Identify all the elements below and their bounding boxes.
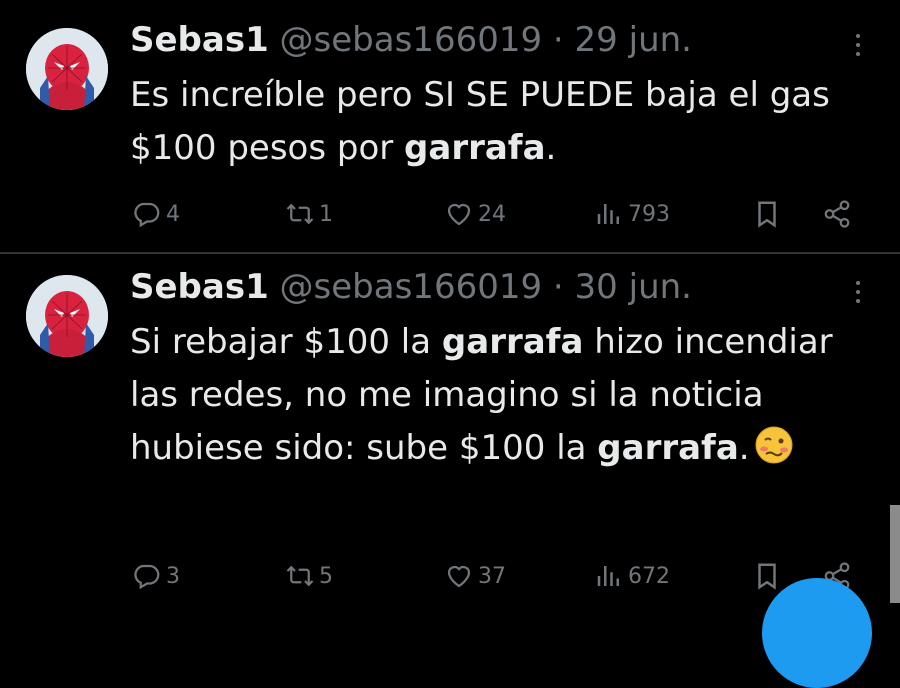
like-count: 24 — [478, 201, 506, 227]
tweet-date[interactable]: 29 jun. — [575, 20, 692, 60]
reply-count: 3 — [166, 563, 180, 589]
action-bar: 3 5 37 672 — [0, 558, 900, 594]
action-bar: 4 1 24 793 — [0, 196, 900, 232]
more-options-icon[interactable] — [846, 277, 870, 307]
bookmark-button[interactable] — [752, 558, 782, 594]
separator: · — [552, 20, 564, 60]
retweet-button[interactable]: 1 — [285, 196, 333, 232]
views-count: 672 — [628, 563, 670, 589]
more-options-icon[interactable] — [846, 30, 870, 60]
views-count: 793 — [628, 201, 670, 227]
retweet-button[interactable]: 5 — [285, 558, 333, 594]
tweet-text: Es increíble pero SI SE PUEDE baja el ga… — [130, 69, 850, 175]
share-icon — [824, 200, 850, 228]
views-icon — [597, 204, 619, 224]
like-count: 37 — [478, 563, 506, 589]
reply-button[interactable]: 3 — [132, 558, 180, 594]
reply-button[interactable]: 4 — [132, 196, 180, 232]
tweet-header: Sebas1 @sebas166019 · 29 jun. — [130, 20, 692, 60]
tweet[interactable]: Sebas1 @sebas166019 · 29 jun. Es increíb… — [0, 0, 900, 252]
text-part-bold: garrafa — [597, 428, 739, 468]
display-name[interactable]: Sebas1 — [130, 20, 269, 60]
avatar[interactable] — [26, 275, 108, 357]
tweet-header: Sebas1 @sebas166019 · 30 jun. — [130, 267, 692, 307]
tweet[interactable]: Sebas1 @sebas166019 · 30 jun. Si rebajar… — [0, 256, 900, 603]
heart-icon — [447, 203, 471, 226]
spiderman-avatar-icon — [26, 28, 108, 110]
like-button[interactable]: 24 — [444, 196, 506, 232]
text-part: Si rebajar $100 la — [130, 322, 442, 362]
retweet-icon — [286, 203, 314, 225]
display-name[interactable]: Sebas1 — [130, 267, 269, 307]
text-part-bold: garrafa — [404, 128, 546, 168]
bookmark-icon — [758, 563, 776, 590]
retweet-count: 1 — [319, 201, 333, 227]
woozy-face-icon — [755, 426, 793, 464]
user-handle[interactable]: @sebas166019 — [280, 20, 543, 60]
reply-icon — [134, 564, 160, 590]
divider — [0, 252, 900, 254]
scrollbar[interactable] — [890, 505, 900, 603]
tweet-date[interactable]: 30 jun. — [575, 267, 692, 307]
text-part: . — [738, 428, 750, 468]
reply-count: 4 — [166, 201, 180, 227]
reply-icon — [134, 202, 160, 228]
text-part-bold: garrafa — [441, 322, 584, 362]
bookmark-icon — [758, 201, 776, 228]
retweet-count: 5 — [319, 563, 333, 589]
share-button[interactable] — [822, 196, 852, 232]
views-button[interactable]: 672 — [594, 558, 670, 594]
user-handle[interactable]: @sebas166019 — [280, 267, 543, 307]
retweet-icon — [286, 565, 314, 587]
views-button[interactable]: 793 — [594, 196, 670, 232]
spiderman-avatar-icon — [26, 275, 108, 357]
views-icon — [597, 566, 619, 586]
avatar[interactable] — [26, 28, 108, 110]
heart-icon — [447, 565, 471, 588]
separator: · — [552, 267, 564, 307]
compose-fab-button[interactable] — [762, 578, 872, 688]
bookmark-button[interactable] — [752, 196, 782, 232]
like-button[interactable]: 37 — [444, 558, 506, 594]
text-part: . — [545, 128, 557, 168]
tweet-text: Si rebajar $100 la garrafa hizo incendia… — [130, 316, 850, 475]
